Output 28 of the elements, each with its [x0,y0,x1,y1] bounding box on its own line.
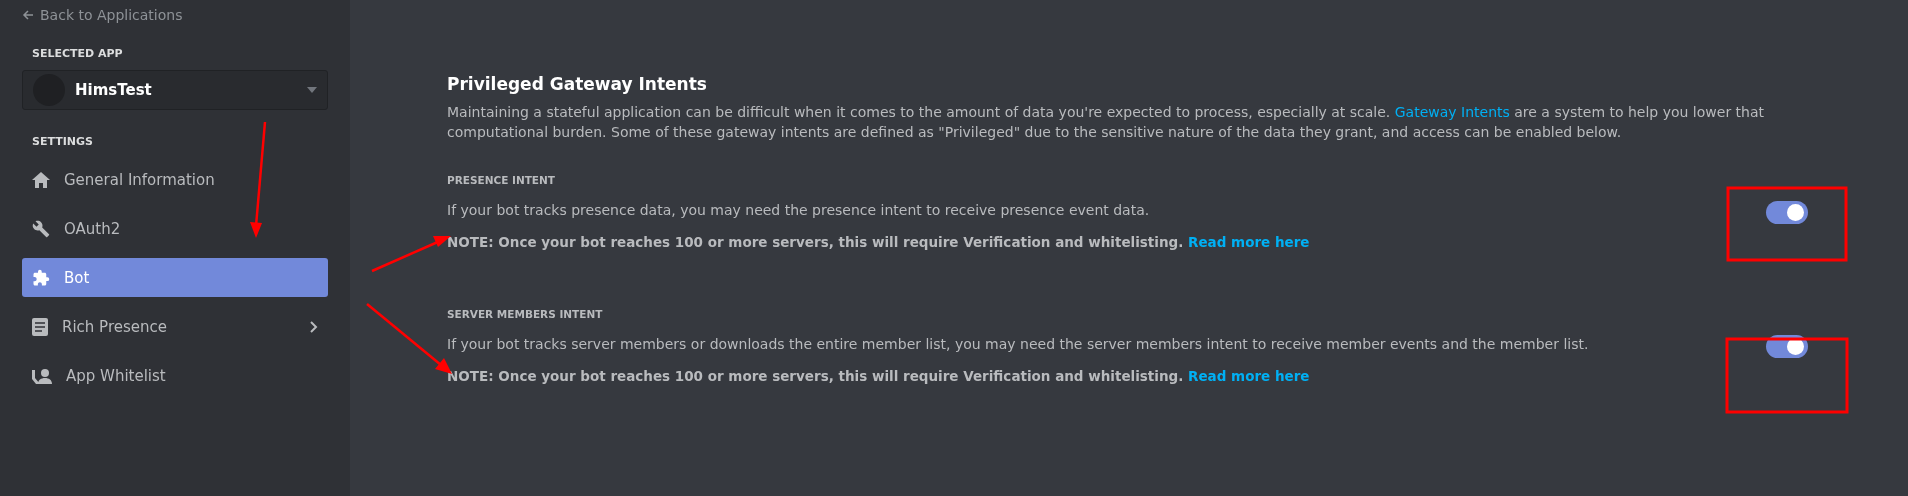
read-more-link[interactable]: Read more here [1188,234,1310,250]
read-more-link[interactable]: Read more here [1188,368,1310,384]
document-icon [32,317,48,336]
puzzle-icon [32,268,50,287]
intent-note: NOTE: Once your bot reaches 100 or more servers, this will require Verification and whitelisting. Read more here [447,234,1311,250]
dropdown-caret-icon [307,87,317,93]
sidebar-item[interactable]: OAuth2 [22,209,328,248]
intent-description: If your bot tracks presence data, you may need the presence intent to receive presence event data. [447,202,1151,218]
wrench-icon [32,219,50,238]
intent-heading: PRESENCE INTENT [447,174,556,186]
section-heading: SETTINGS [32,135,94,148]
sidebar-item[interactable]: General Information [22,160,328,199]
intent-note: NOTE: Once your bot reaches 100 or more servers, this will require Verification and whitelisting. Read more here [447,368,1311,384]
section-title: Privileged Gateway Intents [447,74,708,94]
intent-heading: SERVER MEMBERS INTENT [447,308,604,320]
app-name: HimsTest [75,81,153,99]
intent-description: If your bot tracks server members or downloads the entire member list, you may need the server members intent to receive member events and the member list. [447,336,1590,352]
app-dropdown[interactable]: HimsTest [22,70,328,110]
section-description: Maintaining a stateful application can be difficult when it comes to the amount of data you're expected to process, especially at scale. Gateway Intents are a system to help you lower that computational burden. Some of these gateway intents are defined as "Privileged" due to the sensitive nature of the data they grant, and access can be enabled below. [447,103,1765,142]
sidebar-item[interactable]: Rich Presence [22,307,328,346]
back-arrow-icon [22,9,34,21]
home-icon [32,171,50,188]
person-icon [32,367,52,384]
back-link[interactable]: Back to Applications [22,5,328,25]
sidebar-item[interactable]: App Whitelist [22,356,328,395]
toggle-switch[interactable] [1766,200,1808,224]
gateway-intents-link[interactable]: Gateway Intents [1394,104,1510,120]
section-heading: SELECTED APP [32,47,124,60]
